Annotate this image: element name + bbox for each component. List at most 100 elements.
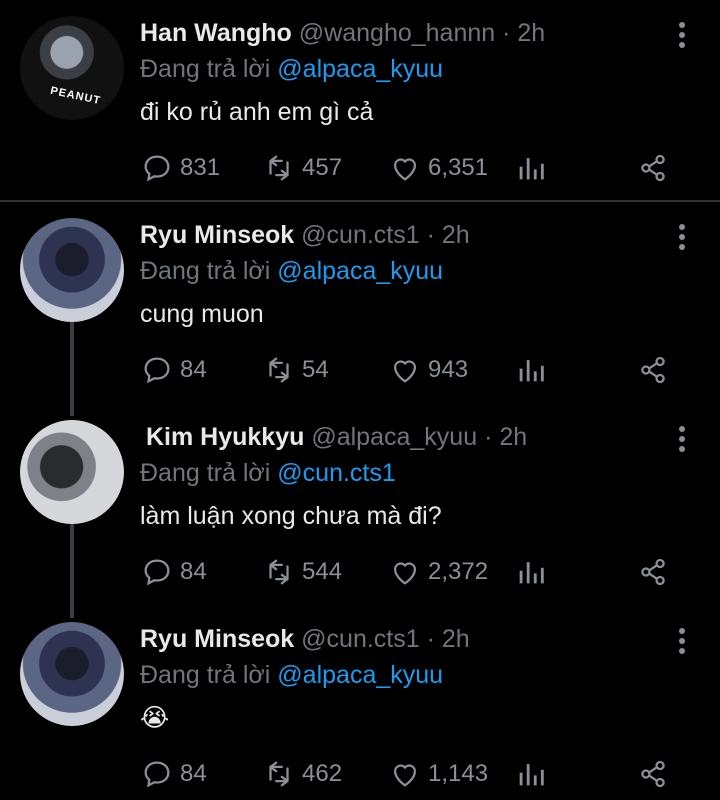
display-name[interactable]: Han Wangho <box>140 19 292 47</box>
display-name[interactable]: Ryu Minseok <box>140 221 294 249</box>
share-button[interactable] <box>636 352 676 388</box>
user-handle[interactable]: @wangho_hannn <box>299 19 495 47</box>
user-handle[interactable]: @cun.cts1 <box>301 625 419 653</box>
share-icon <box>641 558 665 586</box>
share-icon <box>641 760 665 788</box>
retweet-button[interactable]: 544 <box>262 554 342 590</box>
reply-mention-link[interactable]: @alpaca_kyuu <box>277 661 443 689</box>
comment-icon <box>144 155 170 182</box>
reply-mention-link[interactable]: @alpaca_kyuu <box>277 55 443 83</box>
analytics-icon <box>519 562 544 584</box>
tweet-header: Kim Hyukkyu @alpaca_kyuu · 2h <box>146 420 527 454</box>
avatar[interactable]: PEANUT <box>20 16 124 120</box>
tweet-actions: 84 544 2,372 <box>140 554 680 590</box>
share-button[interactable] <box>636 756 676 792</box>
analytics-icon <box>519 764 544 786</box>
thread-line <box>70 322 74 416</box>
timestamp[interactable]: 2h <box>442 625 470 653</box>
user-handle[interactable]: @alpaca_kyuu <box>311 423 477 451</box>
reply-prefix: Đang trả lời <box>140 55 271 83</box>
like-count: 2,372 <box>428 558 489 585</box>
reply-button[interactable]: 831 <box>140 150 220 186</box>
tweet-actions: 84 462 1,143 <box>140 756 680 792</box>
tweet-text: làm luận xong chưa mà đi? <box>140 502 442 530</box>
like-button[interactable]: 943 <box>388 352 468 388</box>
reply-prefix: Đang trả lời <box>140 257 271 285</box>
tweet-text: cung muon <box>140 300 264 328</box>
analytics-button[interactable] <box>514 352 554 388</box>
tweet-actions: 831 457 6,351 <box>140 150 680 186</box>
like-button[interactable]: 2,372 <box>388 554 488 590</box>
reply-prefix: Đang trả lời <box>140 661 271 689</box>
analytics-button[interactable] <box>514 554 554 590</box>
like-count: 6,351 <box>428 154 489 181</box>
analytics-button[interactable] <box>514 150 554 186</box>
share-icon <box>641 154 665 182</box>
reply-count: 84 <box>180 760 207 787</box>
more-options-icon[interactable] <box>678 628 686 654</box>
analytics-button[interactable] <box>514 756 554 792</box>
like-count: 943 <box>428 356 469 383</box>
share-button[interactable] <box>636 150 676 186</box>
heart-icon <box>393 562 417 585</box>
heart-icon <box>393 158 417 181</box>
heart-icon <box>393 764 417 787</box>
comment-icon <box>144 761 170 788</box>
tweet-text: đi ko rủ anh em gì cả <box>140 98 374 126</box>
user-handle[interactable]: @cun.cts1 <box>301 221 419 249</box>
reply-button[interactable]: 84 <box>140 554 207 590</box>
avatar[interactable] <box>20 622 124 726</box>
like-button[interactable]: 1,143 <box>388 756 488 792</box>
retweet-icon <box>269 357 289 383</box>
retweet-count: 462 <box>302 760 343 787</box>
retweet-count: 54 <box>302 356 329 383</box>
avatar[interactable] <box>20 218 124 322</box>
replying-to: Đang trả lời @alpaca_kyuu <box>140 254 443 288</box>
timestamp[interactable]: 2h <box>517 19 545 47</box>
separator-dot: · <box>484 423 493 451</box>
avatar[interactable] <box>20 420 124 524</box>
comment-icon <box>144 559 170 586</box>
tweet-text: 😭 <box>140 704 170 732</box>
retweet-icon <box>269 761 289 787</box>
retweet-count: 544 <box>302 558 343 585</box>
replying-to: Đang trả lời @alpaca_kyuu <box>140 52 443 86</box>
retweet-button[interactable]: 457 <box>262 150 342 186</box>
heart-icon <box>393 360 417 383</box>
reply-mention-link[interactable]: @cun.cts1 <box>277 459 395 487</box>
reply-count: 84 <box>180 558 207 585</box>
separator-dot: · <box>426 221 435 249</box>
retweet-button[interactable]: 54 <box>262 352 329 388</box>
tweet-actions: 84 54 943 <box>140 352 680 388</box>
reply-mention-link[interactable]: @alpaca_kyuu <box>277 257 443 285</box>
timestamp[interactable]: 2h <box>442 221 470 249</box>
tweet-header: Han Wangho @wangho_hannn · 2h <box>140 16 545 50</box>
retweet-button[interactable]: 462 <box>262 756 342 792</box>
more-options-icon[interactable] <box>678 22 686 48</box>
separator-dot: · <box>502 19 511 47</box>
reply-count: 831 <box>180 154 221 181</box>
analytics-icon <box>519 158 544 180</box>
avatar-logo-text: PEANUT <box>49 84 102 108</box>
timestamp[interactable]: 2h <box>499 423 527 451</box>
divider <box>0 200 720 202</box>
analytics-icon <box>519 360 544 382</box>
display-name[interactable]: Ryu Minseok <box>140 625 294 653</box>
reply-count: 84 <box>180 356 207 383</box>
separator-dot: · <box>426 625 435 653</box>
display-name[interactable]: Kim Hyukkyu <box>146 423 304 451</box>
retweet-icon <box>269 559 289 585</box>
comment-icon <box>144 357 170 384</box>
reply-button[interactable]: 84 <box>140 352 207 388</box>
reply-prefix: Đang trả lời <box>140 459 271 487</box>
share-button[interactable] <box>636 554 676 590</box>
more-options-icon[interactable] <box>678 224 686 250</box>
thread-line <box>70 524 74 618</box>
retweet-count: 457 <box>302 154 343 181</box>
more-options-icon[interactable] <box>678 426 686 452</box>
retweet-icon <box>269 155 289 181</box>
like-count: 1,143 <box>428 760 489 787</box>
like-button[interactable]: 6,351 <box>388 150 488 186</box>
reply-button[interactable]: 84 <box>140 756 207 792</box>
tweet-header: Ryu Minseok @cun.cts1 · 2h <box>140 622 470 656</box>
